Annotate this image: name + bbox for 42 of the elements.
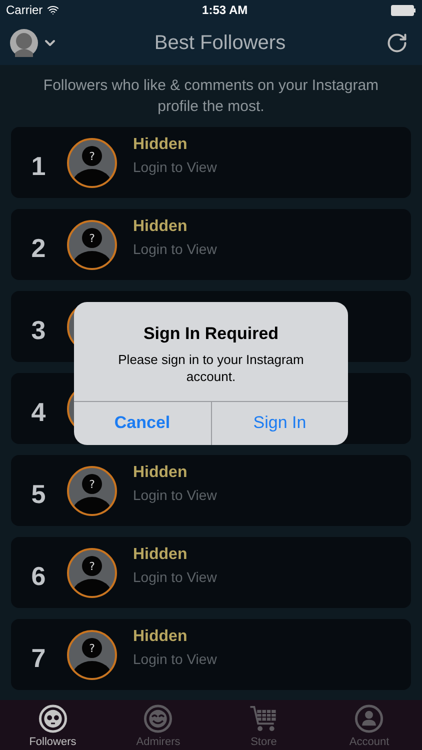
follower-card[interactable]: 5 ? Hidden Login to View <box>11 455 411 526</box>
rank-number: 6 <box>30 560 47 593</box>
alert-title: Sign In Required <box>143 323 279 345</box>
follower-name: Hidden <box>133 463 188 483</box>
silhouette-avatar-icon: ? <box>66 629 118 681</box>
follower-card[interactable]: 7 ? Hidden Login to View <box>11 619 411 690</box>
login-hint: Login to View <box>133 158 217 177</box>
silhouette-avatar-icon: ? <box>66 137 118 189</box>
follower-card[interactable]: 6 ? Hidden Login to View <box>11 537 411 608</box>
login-hint: Login to View <box>133 650 217 669</box>
alert-message: Please sign in to your Instagram account. <box>117 350 305 384</box>
rank-number: 5 <box>30 478 47 511</box>
follower-card[interactable]: 2 ? Hidden Login to View <box>11 209 411 280</box>
follower-name: Hidden <box>133 627 188 647</box>
user-circle-icon <box>354 704 384 734</box>
shopping-cart-icon <box>248 704 279 734</box>
carrier-label: Carrier <box>6 2 43 19</box>
follower-name: Hidden <box>133 135 188 155</box>
silhouette-avatar-icon: ? <box>66 547 118 599</box>
silhouette-avatar-icon: ? <box>66 219 118 271</box>
follower-card[interactable]: 1 ? Hidden Login to View <box>11 127 411 198</box>
face-icon <box>38 704 68 734</box>
follower-name: Hidden <box>133 217 188 237</box>
rank-number: 3 <box>30 314 47 347</box>
login-hint: Login to View <box>133 240 217 259</box>
clock-time: 1:53 AM <box>202 2 248 19</box>
screen-title: Best Followers <box>154 30 286 56</box>
rank-number: 7 <box>30 642 47 675</box>
login-hint: Login to View <box>133 486 217 505</box>
rank-number: 2 <box>30 232 47 265</box>
silhouette-avatar-icon: ? <box>66 465 118 517</box>
follower-name: Hidden <box>133 545 188 565</box>
tab-bar-item[interactable]: Followers <box>0 700 106 750</box>
intro-text: Followers who like & comments on your Instagram profile the most. <box>42 76 380 117</box>
login-hint: Login to View <box>133 568 217 587</box>
rank-number: 1 <box>30 150 47 183</box>
user-avatar-icon <box>10 28 38 56</box>
profile-switcher-button[interactable] <box>10 28 58 56</box>
smiley-icon <box>143 704 174 734</box>
battery-icon <box>391 4 416 16</box>
refresh-icon <box>386 32 408 54</box>
rank-number: 4 <box>30 396 47 429</box>
